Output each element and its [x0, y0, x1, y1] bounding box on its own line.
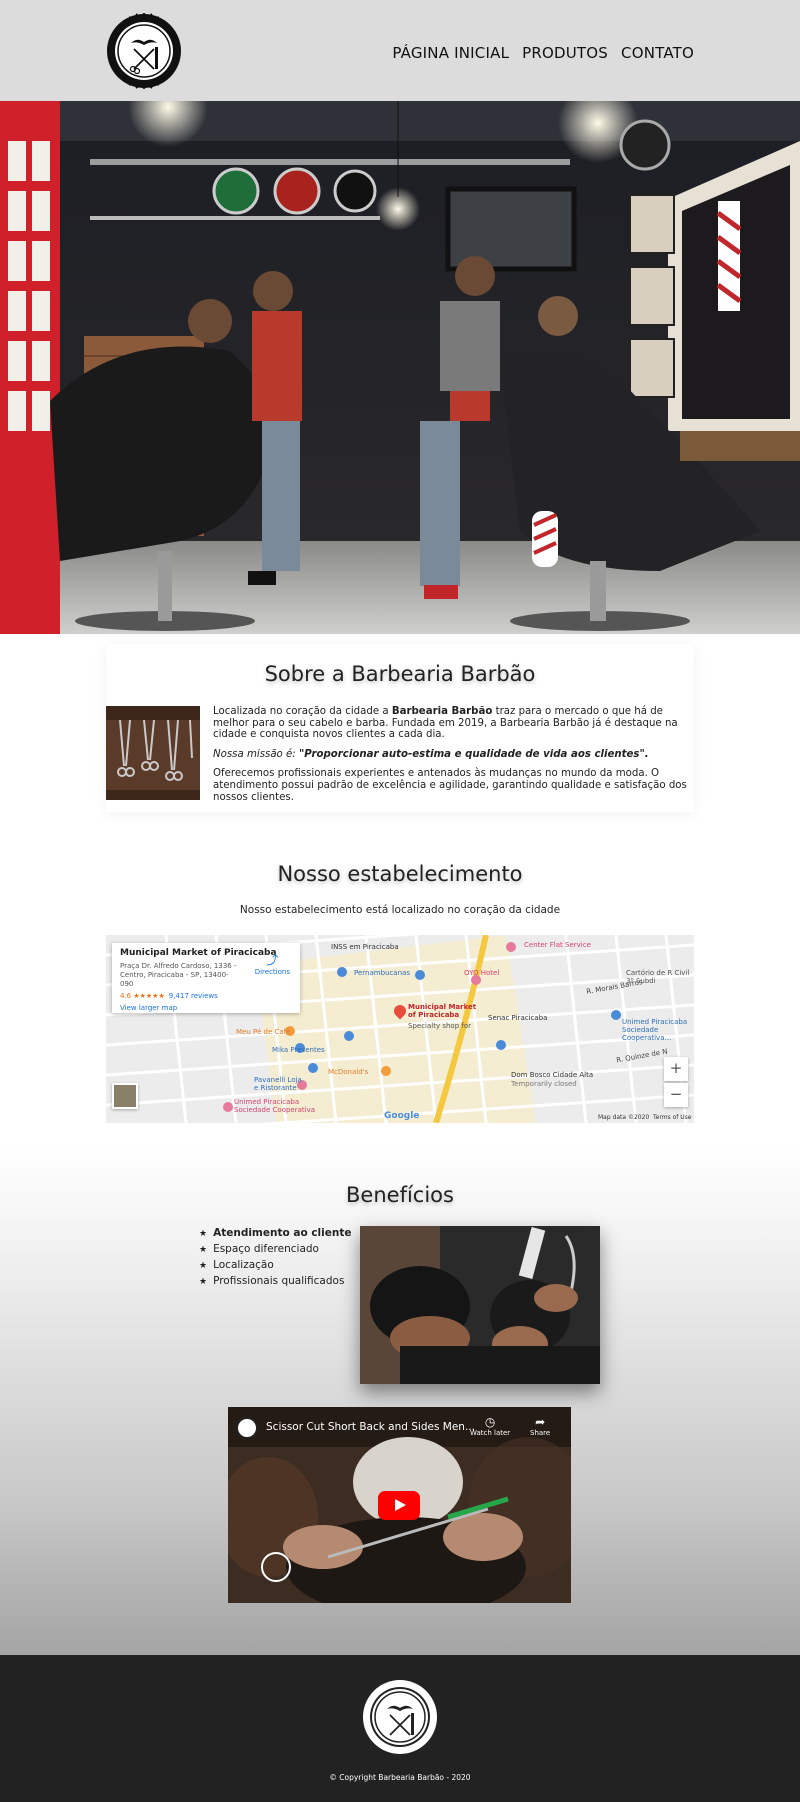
benefit-item: Localização — [199, 1258, 351, 1274]
copyright-text: © Copyright Barbearia Barbão - 2020 — [329, 1773, 471, 1782]
map-label-oyo: OYO Hotel — [464, 969, 500, 977]
hero-image — [0, 101, 800, 634]
map-reviews-link[interactable]: 9,417 reviews — [169, 992, 218, 1000]
map-satellite-thumbnail[interactable] — [112, 1083, 138, 1109]
site-footer: © Copyright Barbearia Barbão - 2020 — [0, 1655, 800, 1802]
site-header: PÁGINA INICIAL PRODUTOS CONTATO — [0, 0, 800, 101]
about-mission: Nossa missão é: "Proporcionar auto-estim… — [213, 749, 691, 761]
map-label-market: Municipal Market of Piracicaba — [408, 1003, 477, 1019]
map-zoom-in-button[interactable]: + — [664, 1057, 688, 1081]
youtube-play-button[interactable] — [378, 1491, 420, 1520]
directions-label: Directions — [254, 968, 290, 976]
map-data-attribution: Map data ©2020 — [598, 1114, 650, 1121]
barbershop-interior-photo — [0, 101, 800, 634]
benefit-item: Espaço diferenciado — [199, 1242, 351, 1258]
nav-home-link[interactable]: PÁGINA INICIAL — [392, 44, 509, 62]
establishment-title: Nosso estabelecimento — [277, 862, 523, 886]
barbershop-logo[interactable] — [106, 13, 182, 89]
directions-button[interactable]: ⤴ Directions — [255, 951, 290, 976]
google-map-embed[interactable]: INSS em Piracicaba Center Flat Service P… — [106, 935, 694, 1123]
map-place-rating: 4.6 ★★★★★ — [120, 992, 165, 1000]
share-label: Share — [530, 1429, 551, 1437]
about-section: Sobre a Barbearia Barbão Localizada no c… — [106, 644, 694, 812]
watch-later-label: Watch later — [470, 1429, 511, 1437]
map-label-center-flat: Center Flat Service — [524, 941, 591, 949]
map-label-pavanelli: Pavanelli Loja e Ristorante — [254, 1076, 302, 1092]
directions-icon: ⤴ — [266, 953, 279, 967]
about-p1-brand: Barbearia Barbão — [391, 706, 493, 717]
footer-logo — [363, 1680, 437, 1754]
youtube-video-embed[interactable]: Scissor Cut Short Back and Sides Men... … — [228, 1407, 571, 1603]
benefits-list: Atendimento ao cliente Espaço diferencia… — [199, 1226, 351, 1290]
mission-text: "Proporcionar auto-estima e qualidade de… — [298, 748, 649, 760]
watch-later-button[interactable]: ◷ Watch later — [470, 1415, 510, 1437]
about-p1-intro: Localizada no coração da cidade a — [213, 706, 392, 717]
share-icon: ➦ — [535, 1415, 546, 1429]
map-label-mcdonalds: McDonald's — [328, 1068, 369, 1076]
map-terms-link[interactable]: Terms of Use — [653, 1114, 691, 1121]
clock-icon: ◷ — [484, 1415, 496, 1429]
map-place-card: Municipal Market of Piracicaba Praça Dr.… — [112, 943, 300, 1013]
map-place-address: Praça Dr. Alfredo Cardoso, 1336 - Centro… — [120, 962, 237, 988]
scissors-tools-photo — [106, 706, 200, 800]
mission-label: Nossa missão é: — [213, 748, 299, 760]
map-label-dom-bosco: Dom Bosco Cidade Alta — [511, 1071, 594, 1079]
about-title: Sobre a Barbearia Barbão — [264, 662, 536, 686]
map-label-market-sub: Specialty shop for — [408, 1022, 471, 1030]
about-paragraph-3: Oferecemos profissionais experientes e a… — [213, 768, 687, 803]
google-logo: Google — [384, 1111, 420, 1121]
about-paragraph-1: Localizada no coração da cidade a Barbea… — [213, 706, 691, 741]
barber-cutting-photo — [360, 1226, 600, 1384]
benefits-title: Benefícios — [346, 1183, 454, 1207]
main-nav: PÁGINA INICIAL PRODUTOS CONTATO — [392, 44, 694, 62]
map-label-dom-bosco-sub: Temporarily closed — [511, 1080, 577, 1088]
nav-products-link[interactable]: PRODUTOS — [522, 44, 608, 62]
view-larger-map-link[interactable]: View larger map — [120, 1004, 292, 1012]
map-label-pernambucanas: Pernambucanas — [354, 969, 410, 977]
map-zoom-out-button[interactable]: − — [664, 1083, 688, 1107]
map-label-unimed: Unimed Piracicaba Sociedade Cooperativa — [234, 1098, 316, 1114]
map-label-meu-pe: Meu Pé de Café — [236, 1028, 291, 1036]
map-label-senac: Senac Piracicaba — [488, 1014, 548, 1022]
establishment-subtitle: Nosso estabelecimento está localizado no… — [239, 904, 561, 916]
map-label-mika: Mika Presentes — [272, 1046, 325, 1054]
barber-cutting-illustration — [360, 1226, 600, 1384]
map-label-inss: INSS em Piracicaba — [331, 943, 399, 951]
benefit-item: Atendimento ao cliente — [199, 1226, 351, 1242]
channel-avatar[interactable] — [236, 1417, 258, 1439]
video-title[interactable]: Scissor Cut Short Back and Sides Men... — [266, 1421, 476, 1433]
about-text: Localizada no coração da cidade a Barbea… — [213, 706, 691, 811]
share-button[interactable]: ➦ Share — [530, 1415, 550, 1437]
nav-contact-link[interactable]: CONTATO — [621, 44, 694, 62]
benefit-item: Profissionais qualificados — [199, 1274, 351, 1290]
map-label-unimed-coop: Unimed Piracicaba Sociedade Cooperativa.… — [622, 1018, 688, 1042]
